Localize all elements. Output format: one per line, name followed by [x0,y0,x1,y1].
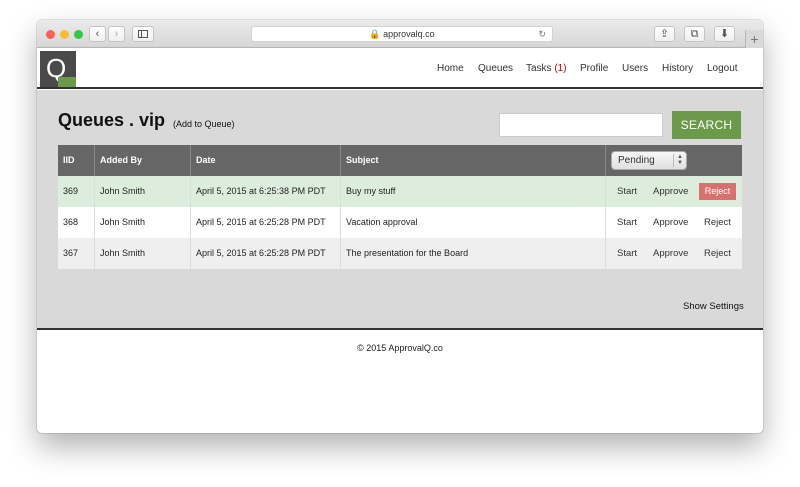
page-title: Queues . vip [58,110,166,130]
approve-button[interactable]: Approve [653,238,688,269]
cell-iid: 367 [58,238,95,269]
sidebar-icon[interactable] [132,26,154,42]
table-row: 367 John Smith April 5, 2015 at 6:25:28 … [58,238,742,269]
logo-accent [58,77,76,87]
start-button[interactable]: Start [617,207,637,238]
reject-button[interactable]: Reject [699,183,736,200]
close-window-button[interactable] [46,30,55,39]
cell-added-by: John Smith [95,176,191,207]
add-to-queue-link[interactable]: (Add to Queue) [173,119,235,129]
approve-button[interactable]: Approve [653,207,688,238]
nav-tasks-label: Tasks [526,63,552,74]
nav-queues[interactable]: Queues [478,63,513,74]
footer-copyright: © 2015 ApprovalQ.co [357,343,443,353]
status-filter-select[interactable]: Pending ▲ ▼ [611,151,687,170]
forward-icon[interactable]: › [108,26,125,42]
header-date: Date [191,145,341,176]
url-text: approvalq.co [383,29,435,39]
table-header: IID Added By Date Subject Pending ▲ ▼ [58,145,742,176]
show-settings-link[interactable]: Show Settings [683,301,744,312]
reject-button[interactable]: Reject [704,238,731,269]
table-row: 369 John Smith April 5, 2015 at 6:25:38 … [58,176,742,207]
cell-iid: 368 [58,207,95,238]
site-header: Q Home Queues Tasks (1) Profile Users Hi… [37,48,763,89]
cell-date: April 5, 2015 at 6:25:28 PM PDT [191,207,341,238]
nav-logout[interactable]: Logout [707,63,738,74]
nav-users[interactable]: Users [622,63,648,74]
nav-history[interactable]: History [662,63,693,74]
approve-button[interactable]: Approve [653,176,688,207]
tasks-count-badge: (1) [554,63,567,74]
tabs-overview-icon[interactable]: ⧉ [684,26,705,42]
share-icon[interactable]: ⇪ [654,26,675,42]
header-subject: Subject [341,145,606,176]
reload-icon[interactable]: ↻ [538,27,546,41]
status-filter-value: Pending [618,155,655,166]
cell-subject: The presentation for the Board [341,238,606,269]
logo[interactable]: Q [40,51,76,87]
nav-tasks[interactable]: Tasks (1) [526,63,567,74]
table-row: 368 John Smith April 5, 2015 at 6:25:28 … [58,207,742,238]
start-button[interactable]: Start [617,176,637,207]
cell-added-by: John Smith [95,207,191,238]
back-icon[interactable]: ‹ [89,26,106,42]
search-button[interactable]: SEARCH [672,111,741,139]
cell-date: April 5, 2015 at 6:25:28 PM PDT [191,238,341,269]
cell-date: April 5, 2015 at 6:25:38 PM PDT [191,176,341,207]
reject-button[interactable]: Reject [704,207,731,238]
browser-window: ‹ › 🔒 approvalq.co ↻ ⇪ ⧉ ⬇ + Q Home Queu… [37,20,763,433]
main-content: Queues . vip (Add to Queue) SEARCH IID A… [37,90,763,330]
cell-iid: 369 [58,176,95,207]
downloads-icon[interactable]: ⬇ [714,26,735,42]
address-bar[interactable]: 🔒 approvalq.co ↻ [251,26,553,42]
nav-home[interactable]: Home [437,63,464,74]
header-iid: IID [58,145,95,176]
maximize-window-button[interactable] [74,30,83,39]
cell-subject: Buy my stuff [341,176,606,207]
select-arrows-icon: ▲ ▼ [673,154,683,167]
start-button[interactable]: Start [617,238,637,269]
search-input[interactable] [499,113,663,137]
cell-subject: Vacation approval [341,207,606,238]
new-tab-button[interactable]: + [745,30,763,48]
minimize-window-button[interactable] [60,30,69,39]
nav-profile[interactable]: Profile [580,63,608,74]
cell-added-by: John Smith [95,238,191,269]
header-added-by: Added By [95,145,191,176]
browser-titlebar: ‹ › 🔒 approvalq.co ↻ ⇪ ⧉ ⬇ + [37,20,763,48]
lock-icon: 🔒 [369,29,381,39]
